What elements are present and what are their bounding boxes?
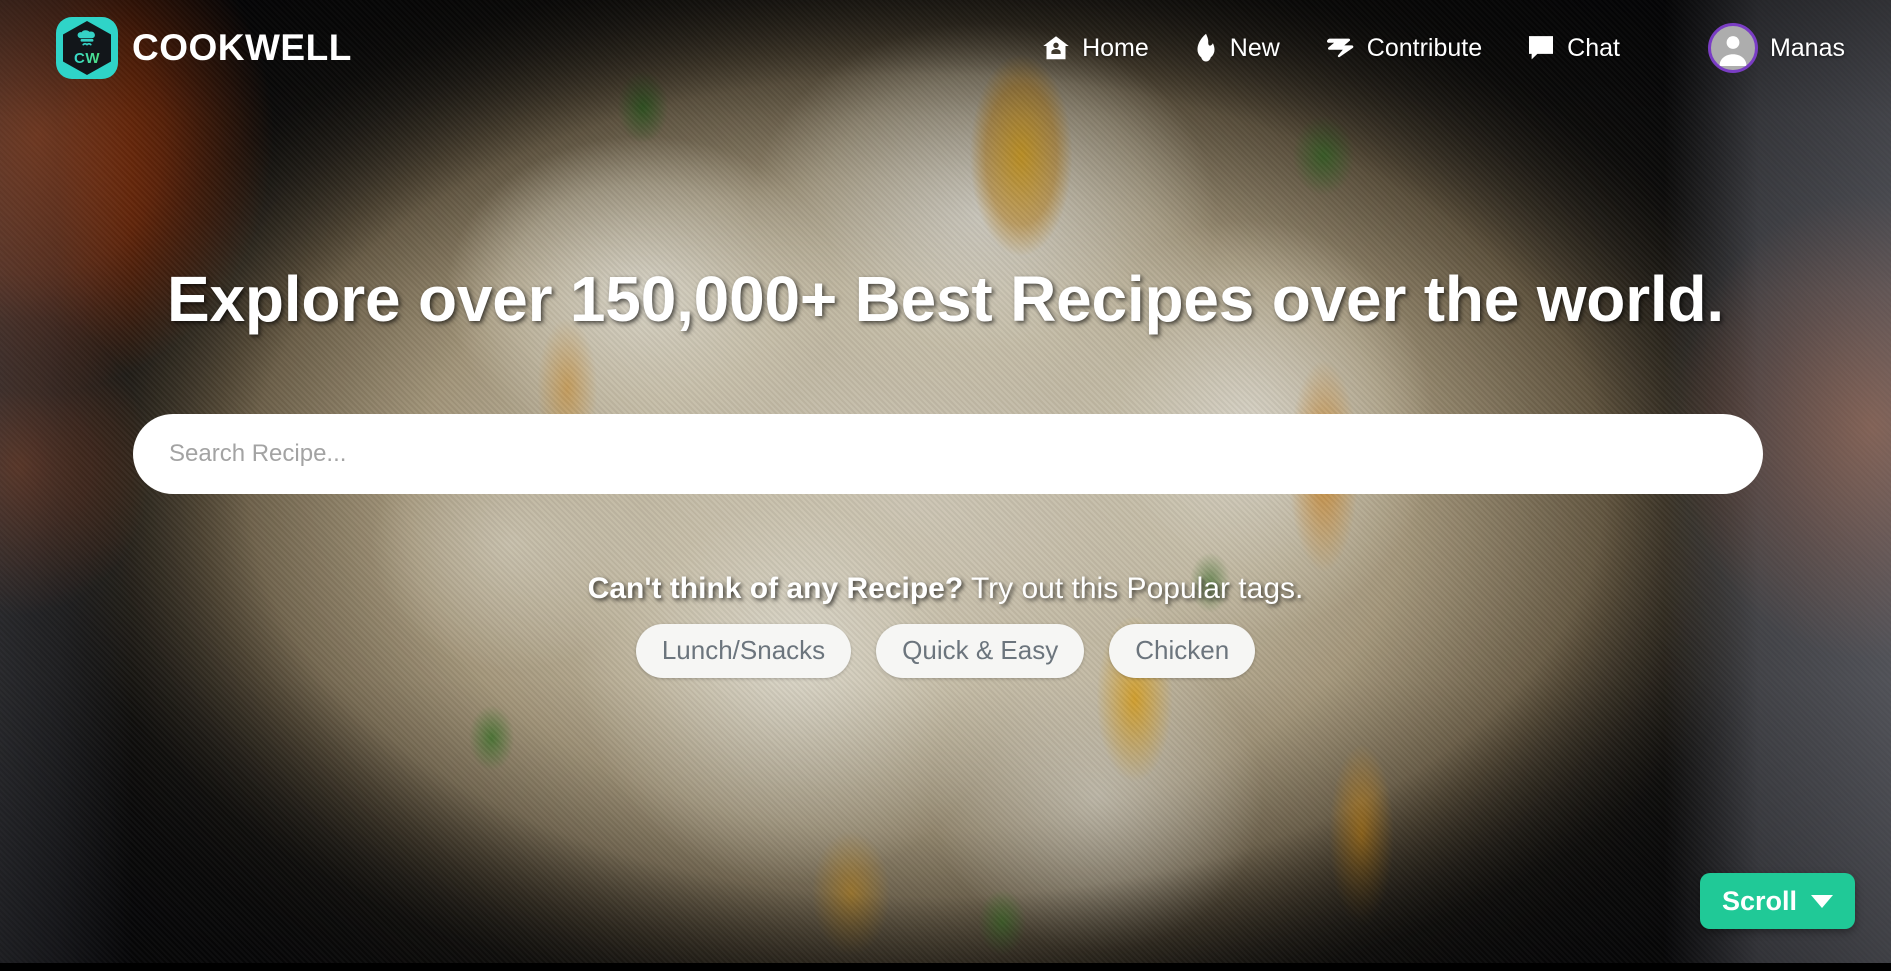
main-navigation: Home New Contribute Chat Manas <box>1041 23 1853 73</box>
popular-tags-prompt-light: Try out this Popular tags. <box>963 572 1304 605</box>
nav-item-contribute[interactable]: Contribute <box>1324 34 1482 63</box>
popular-tags-prompt: Can't think of any Recipe? Try out this … <box>0 571 1891 607</box>
nav-item-home[interactable]: Home <box>1041 33 1149 63</box>
cookwell-logo-icon: CW <box>56 17 118 79</box>
popular-tags-section: Can't think of any Recipe? Try out this … <box>0 571 1891 678</box>
site-header: CW COOKWELL Home New Contribute Chat Man… <box>0 0 1891 96</box>
page-title: Explore over 150,000+ Best Recipes over … <box>167 263 1724 335</box>
home-icon <box>1041 33 1071 63</box>
logo-monogram: CW <box>74 50 100 67</box>
nav-label-home: Home <box>1082 33 1149 62</box>
scroll-button-label: Scroll <box>1721 885 1797 916</box>
brand-name: COOKWELL <box>132 27 352 68</box>
tag-pill-quick-easy[interactable]: Quick & Easy <box>876 624 1085 678</box>
caret-down-icon <box>1811 894 1833 908</box>
chat-bubble-icon <box>1526 34 1556 62</box>
flame-icon <box>1193 33 1219 63</box>
logo-hexagon: CW <box>63 21 111 75</box>
search-input[interactable] <box>133 414 1763 494</box>
nav-item-new[interactable]: New <box>1193 33 1280 63</box>
nav-label-new: New <box>1229 33 1280 62</box>
popular-tags-prompt-strong: Can't think of any Recipe? <box>587 572 964 605</box>
tag-pill-lunch-snacks[interactable]: Lunch/Snacks <box>635 624 852 678</box>
tag-pill-chicken[interactable]: Chicken <box>1109 624 1256 678</box>
bottom-bar <box>0 963 1891 971</box>
hero-section: CW COOKWELL Home New Contribute Chat Man… <box>0 0 1891 971</box>
user-name: Manas <box>1769 33 1845 62</box>
user-menu[interactable]: Manas <box>1707 23 1845 73</box>
scroll-button[interactable]: Scroll <box>1699 873 1855 929</box>
person-icon <box>1719 36 1747 66</box>
contribute-icon <box>1324 34 1356 62</box>
chef-hat-icon <box>77 30 95 46</box>
nav-label-contribute: Contribute <box>1366 33 1483 62</box>
search-bar <box>133 414 1763 494</box>
nav-label-chat: Chat <box>1567 33 1620 62</box>
popular-tags-list: Lunch/Snacks Quick & Easy Chicken <box>0 624 1891 678</box>
brand-logo-link[interactable]: CW COOKWELL <box>56 17 352 79</box>
nav-item-chat[interactable]: Chat <box>1526 34 1620 63</box>
avatar <box>1707 23 1758 73</box>
